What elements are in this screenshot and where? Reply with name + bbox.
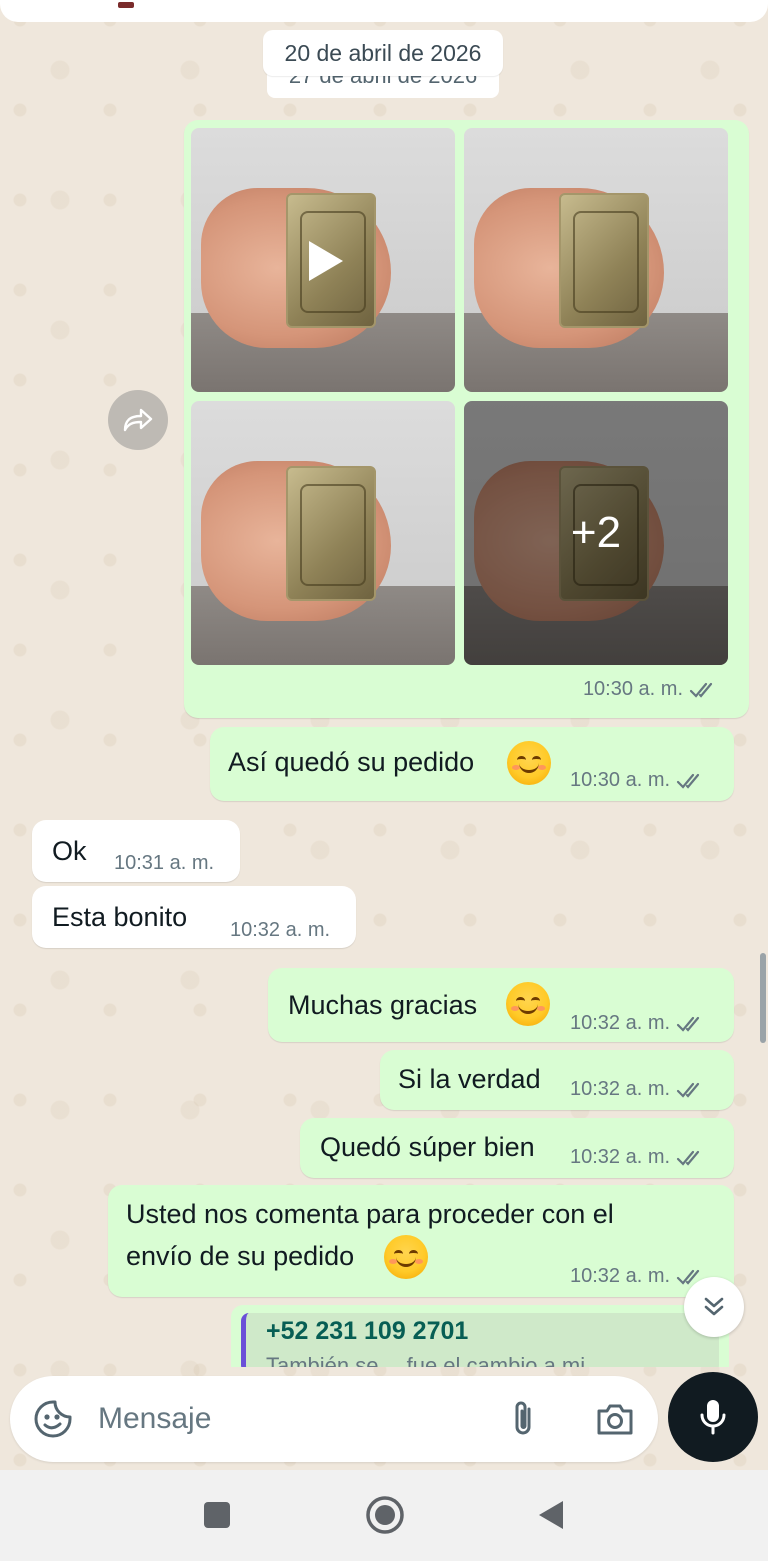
- media-album-bubble[interactable]: +2 10:30 a. m.: [184, 120, 749, 718]
- message-input[interactable]: [98, 1394, 478, 1444]
- title-fragment: [118, 2, 134, 8]
- sticker-button[interactable]: [30, 1396, 76, 1442]
- message-meta: 10:32 a. m.: [570, 1078, 706, 1101]
- message-text: Quedó súper bien: [320, 1132, 535, 1162]
- double-check-icon: [676, 1016, 700, 1032]
- date-chip: 20 de abril de 2026: [263, 30, 503, 76]
- media-thumb-photo[interactable]: [191, 401, 455, 665]
- message-meta: 10:32 a. m.: [570, 1012, 706, 1035]
- play-icon[interactable]: [295, 231, 355, 291]
- message-time: 10:32 a. m.: [570, 1265, 671, 1287]
- message-meta: 10:32 a. m.: [570, 1146, 706, 1169]
- message-bubble-outgoing[interactable]: Si la verdad 10:32 a. m.: [380, 1050, 734, 1110]
- message-text: Ok: [52, 836, 87, 866]
- camera-button[interactable]: [592, 1396, 638, 1442]
- message-meta: 10:32 a. m.: [230, 919, 330, 942]
- sticker-icon: [34, 1400, 72, 1438]
- double-check-icon: [689, 682, 713, 698]
- forward-button[interactable]: [108, 390, 168, 450]
- attach-button[interactable]: [502, 1396, 546, 1442]
- message-bubble-outgoing[interactable]: Quedó súper bien 10:32 a. m.: [300, 1118, 734, 1178]
- double-check-icon: [676, 773, 700, 789]
- double-chevron-down-icon: [704, 1297, 724, 1316]
- home-button[interactable]: [362, 1492, 408, 1538]
- lighter-image: [559, 193, 649, 328]
- message-text: Así quedó su pedido: [228, 747, 475, 777]
- more-media-count: +2: [570, 508, 622, 557]
- scrollbar-thumb[interactable]: [760, 953, 766, 1043]
- message-composer: [10, 1376, 658, 1462]
- system-navigation-bar: [0, 1470, 768, 1561]
- smiling-emoji-icon: [506, 982, 550, 1026]
- message-time: 10:32 a. m.: [570, 1078, 671, 1100]
- message-bubble-outgoing[interactable]: Muchas gracias 10:32 a. m.: [268, 968, 734, 1042]
- message-time: 10:32 a. m.: [570, 1012, 671, 1034]
- message-meta: 10:30 a. m.: [570, 769, 706, 792]
- scroll-to-bottom-button[interactable]: [684, 1277, 744, 1337]
- top-app-bar: [0, 0, 768, 22]
- paperclip-icon: [515, 1401, 531, 1435]
- media-thumb-more[interactable]: +2: [464, 401, 728, 665]
- message-meta: 10:31 a. m.: [114, 852, 214, 875]
- message-time: 10:32 a. m.: [570, 1146, 671, 1168]
- voice-message-button[interactable]: [668, 1372, 758, 1462]
- quoted-sender: +52 231 109 2701: [266, 1317, 469, 1345]
- lighter-image: [286, 466, 376, 601]
- message-time: 10:30 a. m.: [582, 678, 683, 700]
- media-thumb-photo[interactable]: [464, 128, 728, 392]
- message-bubble-outgoing[interactable]: Así quedó su pedido 10:30 a. m.: [210, 727, 734, 801]
- quoted-preview: También se… fue el cambio a mi: [266, 1353, 586, 1367]
- message-text: Esta bonito: [52, 902, 188, 932]
- mic-icon: [700, 1400, 726, 1435]
- message-meta: 10:30 a. m.: [583, 678, 719, 701]
- circle-icon: [366, 1496, 404, 1534]
- message-time: 10:30 a. m.: [570, 769, 671, 791]
- message-text: Si la verdad: [398, 1064, 541, 1094]
- square-icon: [204, 1502, 230, 1528]
- recents-button[interactable]: [196, 1494, 238, 1536]
- message-bubble-outgoing[interactable]: Usted nos comenta para proceder con el e…: [108, 1185, 734, 1297]
- triangle-back-icon: [539, 1501, 563, 1529]
- media-thumb-video[interactable]: [191, 128, 455, 392]
- back-button[interactable]: [530, 1494, 572, 1536]
- message-bubble-incoming[interactable]: Esta bonito 10:32 a. m.: [32, 886, 356, 948]
- camera-icon: [597, 1404, 633, 1435]
- message-text-line: envío de su pedido: [126, 1241, 355, 1271]
- double-check-icon: [676, 1082, 700, 1098]
- message-time: 10:32 a. m.: [230, 919, 331, 941]
- message-text-line: Usted nos comenta para proceder con el: [126, 1199, 614, 1229]
- smiling-emoji-icon: [384, 1235, 428, 1279]
- quoted-message[interactable]: +52 231 109 2701 También se… fue el camb…: [241, 1313, 719, 1367]
- message-meta: 10:32 a. m.: [570, 1265, 706, 1288]
- message-time: 10:31 a. m.: [114, 852, 215, 874]
- message-bubble-incoming[interactable]: Ok 10:31 a. m.: [32, 820, 240, 882]
- quoted-message-bubble[interactable]: +52 231 109 2701 También se… fue el camb…: [231, 1305, 729, 1367]
- smiling-emoji-icon: [507, 741, 551, 785]
- double-check-icon: [676, 1150, 700, 1166]
- forward-icon: [123, 408, 153, 432]
- message-text: Muchas gracias: [288, 990, 478, 1020]
